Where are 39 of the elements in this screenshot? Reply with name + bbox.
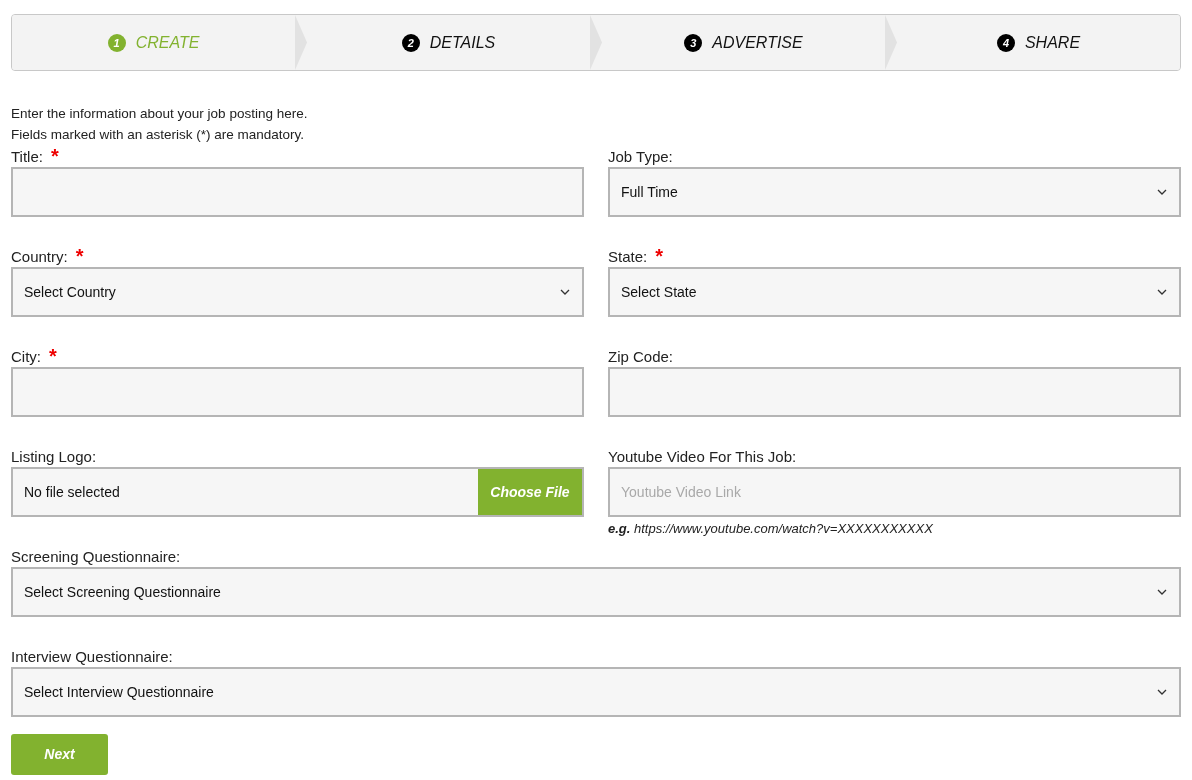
select-field[interactable]: Select Interview Questionnaire bbox=[11, 667, 1181, 717]
select-field[interactable]: Full Time bbox=[608, 167, 1181, 217]
step-number: 3 bbox=[684, 33, 703, 52]
required-mark: * bbox=[75, 244, 84, 268]
input-field[interactable]: Youtube Video Link bbox=[608, 467, 1181, 517]
chevron-down-icon bbox=[1157, 289, 1167, 295]
intro-text: Enter the information about your job posting here. bbox=[11, 105, 308, 123]
field-label: Youtube Video For This Job: bbox=[608, 447, 797, 465]
hint-text: e.g. https://www.youtube.com/watch?v=XXXXXXXXXXX bbox=[608, 521, 933, 536]
field-label: Country: bbox=[11, 247, 68, 265]
chevron-down-icon bbox=[1157, 189, 1167, 195]
field-label: Listing Logo: bbox=[11, 447, 97, 465]
file-field[interactable]: No file selected Choose File bbox=[11, 467, 584, 517]
chevron-separator-icon bbox=[590, 15, 602, 70]
select-field[interactable]: Select State bbox=[608, 267, 1181, 317]
chevron-down-icon bbox=[1157, 589, 1167, 595]
field-label: Zip Code: bbox=[608, 347, 674, 365]
intro-text: Fields marked with an asterisk (*) are mandatory. bbox=[11, 126, 305, 144]
select-field[interactable]: Select Country bbox=[11, 267, 584, 317]
required-mark: * bbox=[655, 244, 663, 268]
field-label: City: bbox=[11, 347, 41, 365]
field-label: Title: bbox=[11, 147, 43, 165]
input-field[interactable] bbox=[608, 367, 1181, 417]
chevron-separator-icon bbox=[885, 15, 897, 70]
chevron-down-icon bbox=[560, 289, 570, 295]
chevron-separator-icon bbox=[295, 15, 307, 70]
step-number: 2 bbox=[401, 33, 420, 52]
field-label: State: bbox=[608, 247, 648, 265]
select-field[interactable]: Select Screening Questionnaire bbox=[11, 567, 1181, 617]
chevron-down-icon bbox=[1157, 689, 1167, 695]
input-field[interactable] bbox=[11, 367, 584, 417]
required-mark: * bbox=[49, 344, 57, 368]
step-number: 4 bbox=[996, 33, 1015, 52]
field-label: Job Type: bbox=[608, 147, 673, 165]
field-label: Interview Questionnaire: bbox=[11, 647, 173, 665]
required-mark: * bbox=[50, 144, 59, 168]
input-field[interactable] bbox=[11, 167, 584, 217]
field-label: Screening Questionnaire: bbox=[11, 547, 181, 565]
step-number: 1 bbox=[107, 33, 126, 52]
